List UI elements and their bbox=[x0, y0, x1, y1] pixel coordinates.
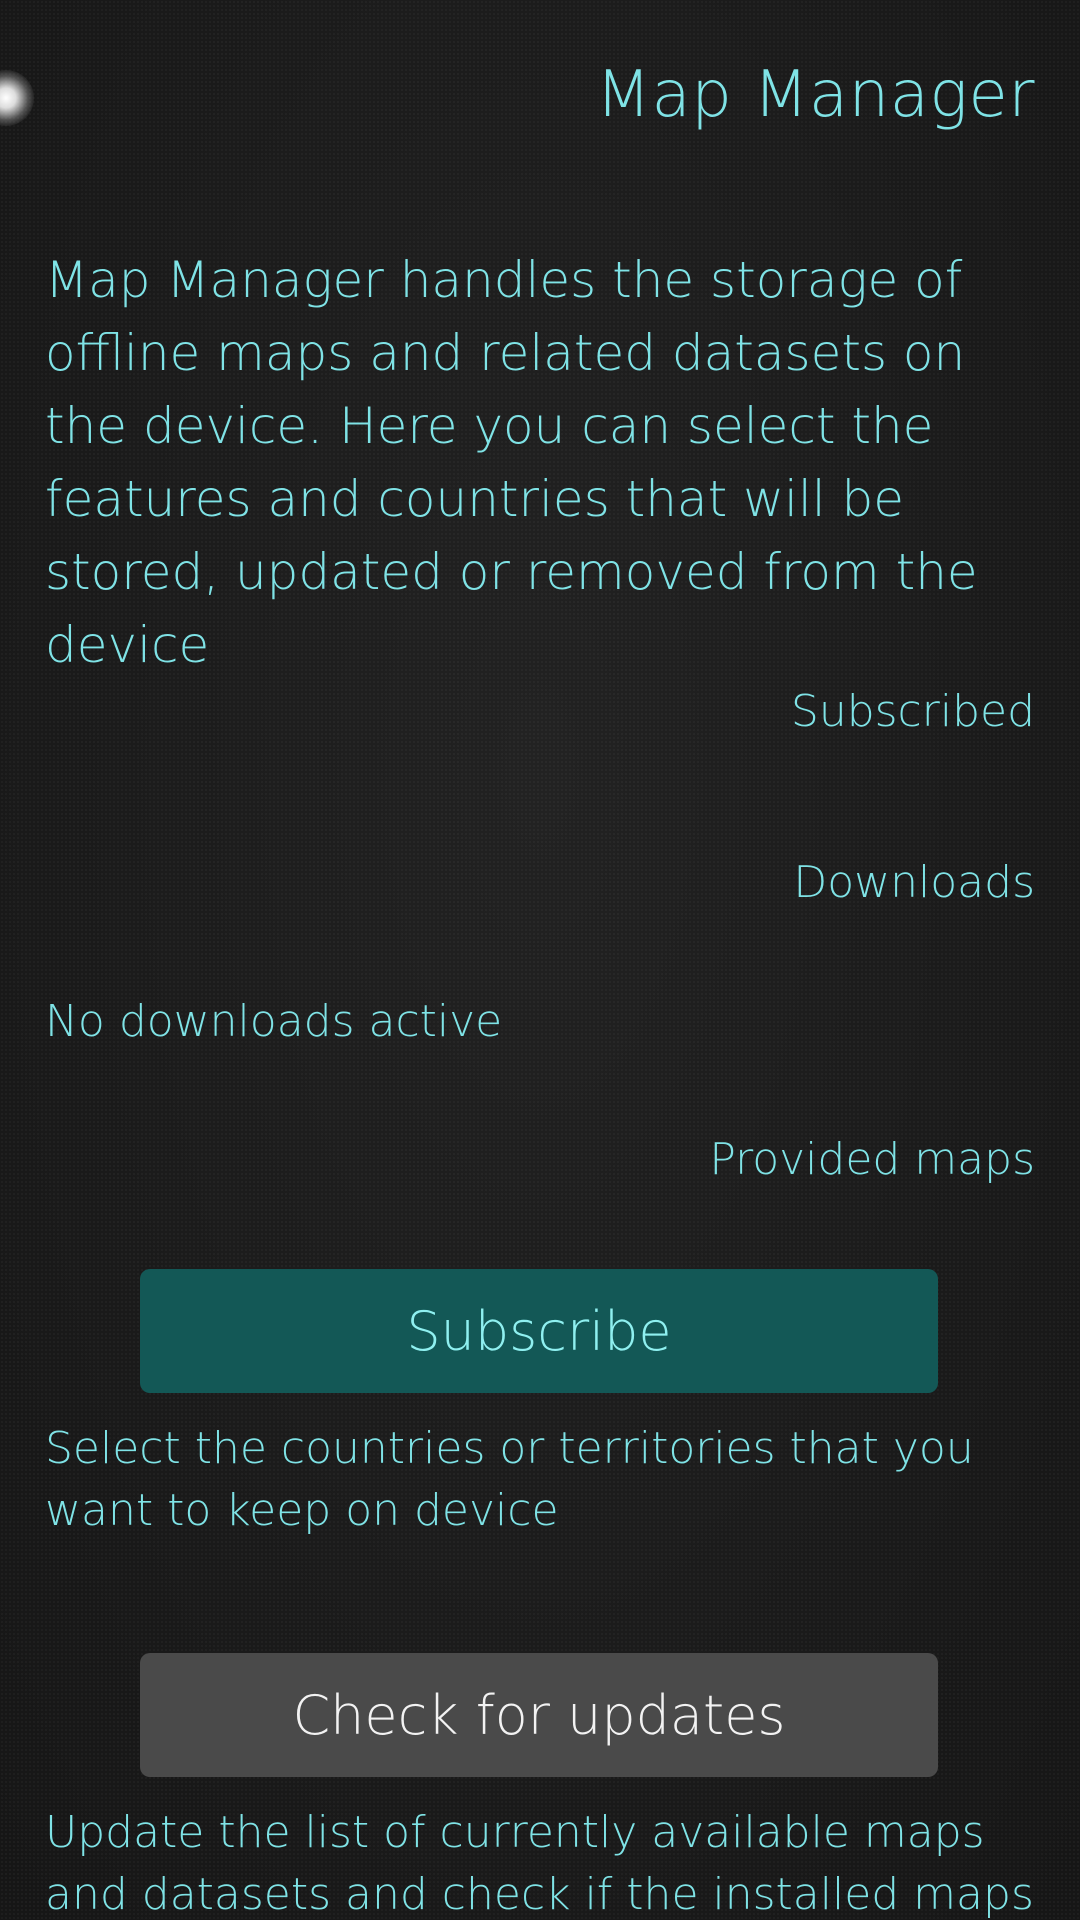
pulley-menu-indicator-icon bbox=[0, 70, 34, 126]
section-header-downloads: Downloads bbox=[793, 857, 1035, 908]
check-for-updates-hint: Update the list of currently available m… bbox=[45, 1807, 1034, 1920]
page-title: Map Manager bbox=[595, 58, 1035, 132]
downloads-status-text: No downloads active bbox=[45, 996, 503, 1047]
check-for-updates-button[interactable]: Check for updates bbox=[140, 1653, 938, 1777]
section-header-provided-maps: Provided maps bbox=[709, 1134, 1035, 1185]
subscribe-button[interactable]: Subscribe bbox=[140, 1269, 938, 1393]
subscribe-hint: Select the countries or territories that… bbox=[45, 1423, 974, 1536]
section-header-subscribed: Subscribed bbox=[790, 686, 1035, 737]
intro-description: Map Manager handles the storage of offli… bbox=[45, 251, 978, 674]
